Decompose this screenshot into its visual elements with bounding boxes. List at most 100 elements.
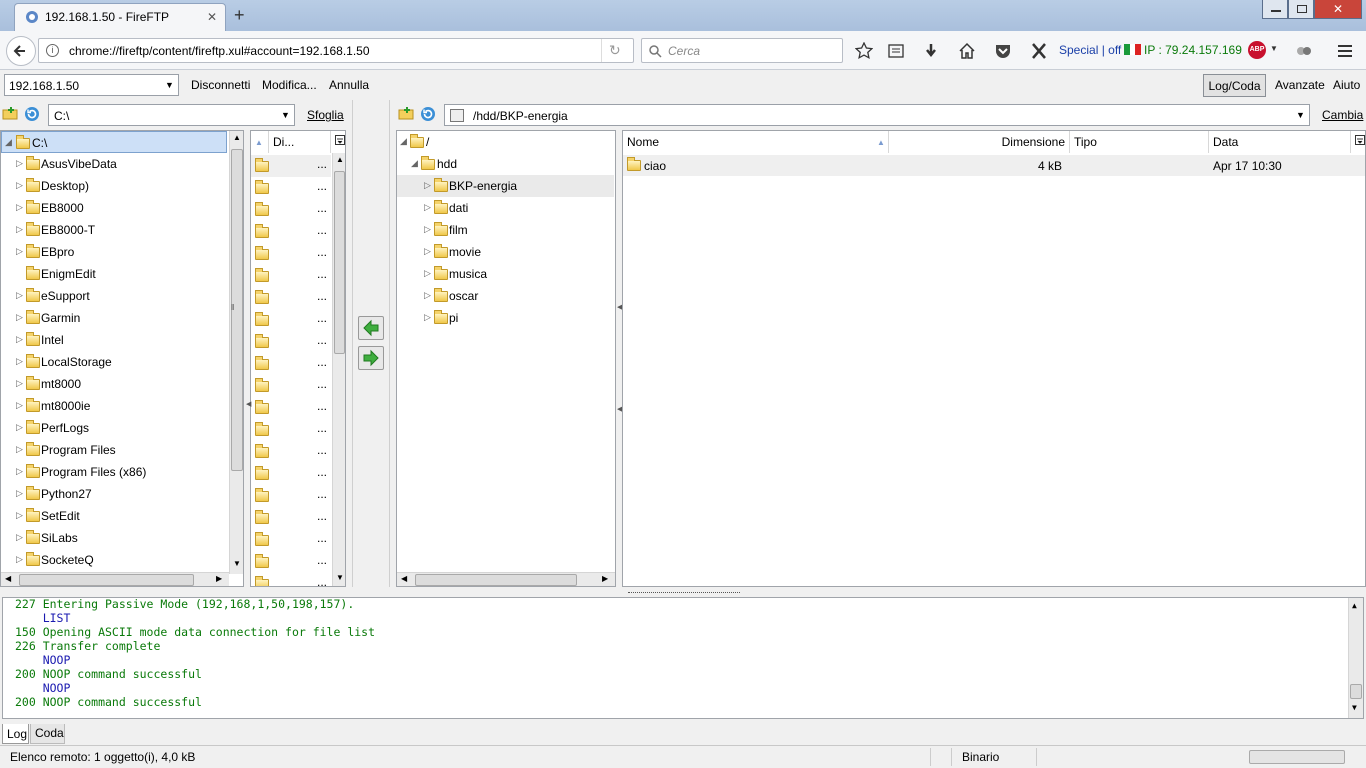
list-item[interactable]: ... (251, 265, 331, 287)
upload-button[interactable] (358, 346, 384, 370)
list-item[interactable]: ... (251, 485, 331, 507)
tree-collapsed-icon[interactable]: ▷ (424, 246, 431, 257)
bookmark-star-icon[interactable] (855, 42, 873, 60)
remote-refresh-icon[interactable] (420, 106, 436, 122)
tree-item-local[interactable]: ▷ Program Files (x86) (1, 461, 243, 483)
list-item[interactable]: ... (251, 573, 331, 586)
tree-item-local[interactable]: ▷ Intel (1, 329, 243, 351)
tree-item-remote[interactable]: ▷ pi (397, 307, 615, 329)
tree-item-local[interactable]: ▷ SocketeQ (1, 549, 243, 571)
tree-collapsed-icon[interactable]: ▷ (16, 554, 23, 565)
tree-item-local[interactable]: ▷ Desktop) (1, 175, 243, 197)
tree-expanded-icon[interactable]: ◢ (5, 137, 12, 148)
tree-collapsed-icon[interactable]: ▷ (16, 224, 23, 235)
tree-collapsed-icon[interactable]: ▷ (16, 422, 23, 433)
remote-root-row[interactable]: ◢ / (397, 131, 615, 153)
tree-item-local[interactable]: ▷ SetEdit (1, 505, 243, 527)
tree-collapsed-icon[interactable]: ▷ (16, 246, 23, 257)
special-status[interactable]: Special | off (1059, 43, 1121, 57)
local-refresh-icon[interactable] (24, 106, 40, 122)
list-item[interactable]: ... (251, 331, 331, 353)
download-icon[interactable] (922, 42, 940, 60)
tree-item-remote[interactable]: ▷ dati (397, 197, 615, 219)
tree-collapsed-icon[interactable]: ▷ (16, 532, 23, 543)
remote-folder-tree[interactable]: ◢ / ◢ hdd ▷ BKP-energia ▷ dati ▷ film ▷ movie ▷ m… (396, 130, 616, 587)
disconnect-button[interactable]: Disconnetti (191, 78, 250, 92)
remote-file-list[interactable]: Nome ▲ Dimensione Tipo Data ciao 4 kB Ap… (622, 130, 1366, 587)
table-row[interactable]: ciao 4 kB Apr 17 10:30 (623, 155, 1365, 176)
modify-button[interactable]: Modifica... (262, 78, 317, 92)
help-menu[interactable]: Aiuto (1333, 78, 1360, 92)
adblock-icon[interactable]: ABP (1248, 41, 1266, 59)
tree-item-local[interactable]: EnigmEdit (1, 263, 243, 285)
advanced-menu[interactable]: Avanzate (1275, 78, 1325, 92)
tree-collapsed-icon[interactable]: ▷ (424, 290, 431, 301)
tree-collapsed-icon[interactable]: ▷ (16, 202, 23, 213)
close-tab-icon[interactable]: ✕ (207, 10, 217, 24)
list-item[interactable]: ... (251, 199, 331, 221)
maximize-button[interactable] (1288, 0, 1314, 19)
tree-item-local[interactable]: ▷ AsusVibeData (1, 153, 243, 175)
local-file-list[interactable]: ▲ Di... ................................… (250, 130, 346, 587)
change-button[interactable]: Cambia (1322, 108, 1363, 122)
tree-item-local[interactable]: ▷ Python27 (1, 483, 243, 505)
remote-path-select[interactable]: /hdd/BKP-energia ▼ (444, 104, 1310, 126)
list-item[interactable]: ... (251, 397, 331, 419)
tab-log[interactable]: Log (2, 724, 29, 744)
tree-item-remote[interactable]: ▷ movie (397, 241, 615, 263)
tree-item-local[interactable]: ▷ mt8000ie (1, 395, 243, 417)
cancel-button[interactable]: Annulla (329, 78, 369, 92)
download-button[interactable] (358, 316, 384, 340)
list-item[interactable]: ... (251, 441, 331, 463)
column-header-size[interactable]: Dimensione (889, 131, 1070, 153)
log-vscrollbar[interactable]: ▲ ▼ (1348, 598, 1363, 718)
xmarks-icon[interactable] (1030, 42, 1048, 60)
tree-collapsed-icon[interactable]: ▷ (424, 268, 431, 279)
home-icon[interactable] (958, 42, 976, 60)
local-path-select[interactable]: C:\ ▼ (48, 104, 295, 126)
sort-asc-icon[interactable]: ▲ (251, 131, 269, 153)
list-item[interactable]: ... (251, 507, 331, 529)
tree-collapsed-icon[interactable]: ▷ (16, 466, 23, 477)
reload-icon[interactable]: ↻ (609, 42, 621, 59)
remote-hdd-row[interactable]: ◢ hdd (397, 153, 615, 175)
url-bar[interactable]: i chrome://fireftp/content/fireftp.xul#a… (38, 38, 634, 63)
log-queue-button[interactable]: Log/Coda (1203, 74, 1266, 97)
new-tab-button[interactable]: + (234, 5, 245, 26)
tree-item-local[interactable]: ▷ Garmin (1, 307, 243, 329)
local-folder-tree[interactable]: ◢ C:\ ▷ AsusVibeData ▷ Desktop) ▷ EB8000 ▷ EB80… (0, 130, 244, 587)
local-tree-hscrollbar[interactable]: ◀ ▶ (1, 572, 229, 586)
splitter-left-icon[interactable]: ◀ (246, 400, 251, 408)
tree-collapsed-icon[interactable]: ▷ (16, 158, 23, 169)
menu-icon[interactable] (1336, 42, 1354, 60)
tree-collapsed-icon[interactable]: ▷ (16, 312, 23, 323)
tree-collapsed-icon[interactable]: ▷ (16, 444, 23, 455)
tree-collapsed-icon[interactable]: ▷ (16, 356, 23, 367)
tree-collapsed-icon[interactable]: ▷ (16, 290, 23, 301)
tree-collapsed-icon[interactable]: ▷ (16, 510, 23, 521)
adblock-dropdown-icon[interactable]: ▼ (1270, 44, 1278, 53)
tree-collapsed-icon[interactable]: ▷ (424, 202, 431, 213)
tree-collapsed-icon[interactable]: ▷ (424, 224, 431, 235)
log-panel[interactable]: 227 Entering Passive Mode (192,168,1,50,… (2, 597, 1364, 719)
tree-item-local[interactable]: ▷ EB8000 (1, 197, 243, 219)
list-item[interactable]: ... (251, 419, 331, 441)
remote-new-folder-icon[interactable] (398, 106, 414, 120)
local-tree-vscrollbar[interactable]: ▲ ▼ (229, 131, 243, 574)
splitter-grip[interactable]: ‖ (231, 303, 234, 312)
search-box[interactable]: Cerca (641, 38, 843, 63)
tree-expanded-icon[interactable]: ◢ (400, 136, 407, 147)
tree-collapsed-icon[interactable]: ▷ (16, 400, 23, 411)
local-new-folder-icon[interactable] (2, 106, 18, 120)
list-item[interactable]: ... (251, 463, 331, 485)
column-picker-icon[interactable] (331, 131, 345, 153)
tree-item-local[interactable]: ▷ LocalStorage (1, 351, 243, 373)
pocket-icon[interactable] (994, 42, 1012, 60)
tree-collapsed-icon[interactable]: ▷ (16, 180, 23, 191)
account-select[interactable]: 192.168.1.50 ▼ (4, 74, 179, 96)
tree-collapsed-icon[interactable]: ▷ (424, 180, 431, 191)
tree-item-local[interactable]: ▷ Program Files (1, 439, 243, 461)
list-item[interactable]: ... (251, 529, 331, 551)
tree-item-local[interactable]: ▷ mt8000 (1, 373, 243, 395)
minimize-button[interactable] (1262, 0, 1288, 19)
